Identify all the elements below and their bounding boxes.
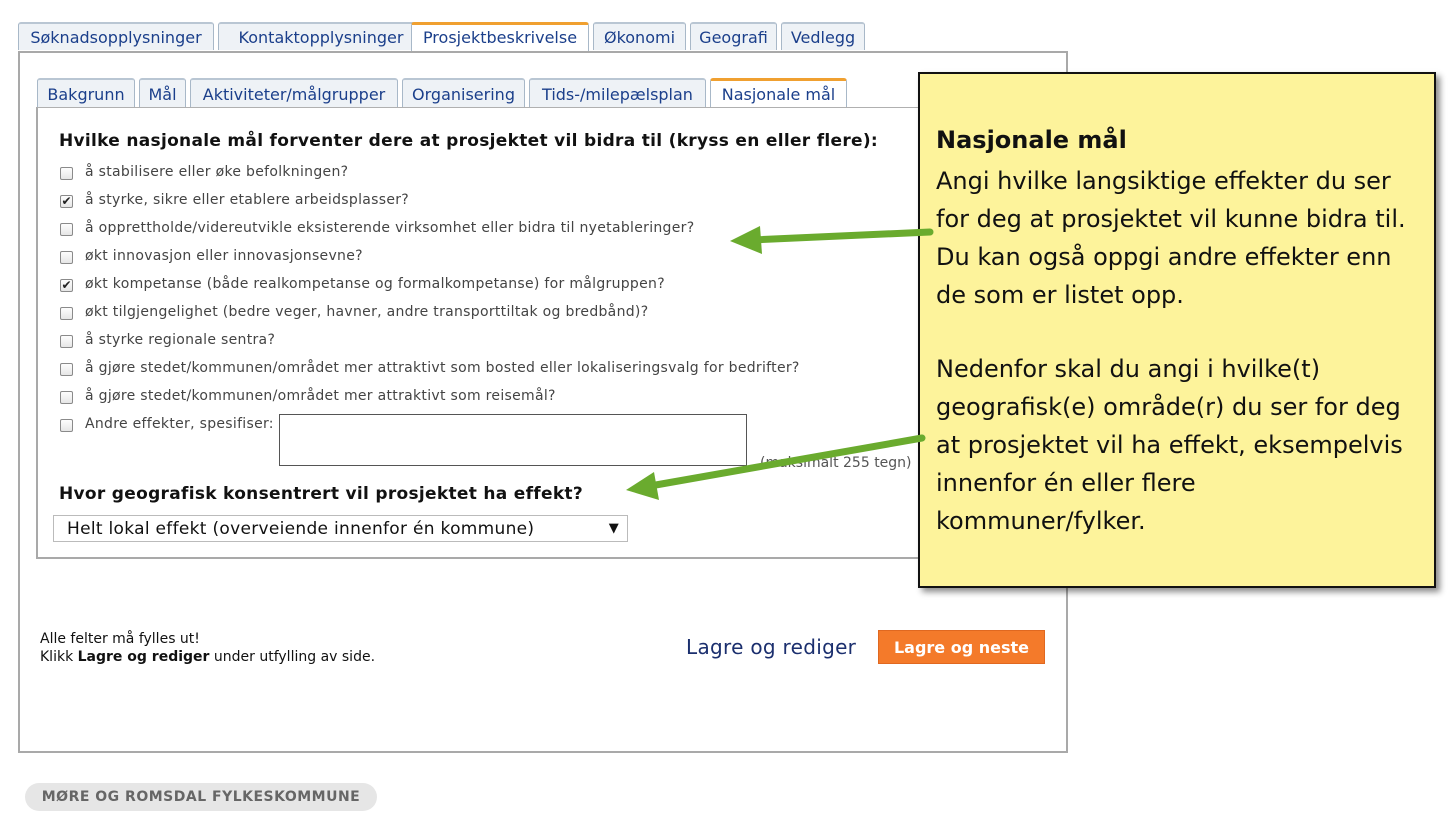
save-and-next-button[interactable]: Lagre og neste (878, 630, 1045, 664)
required-line-2: Klikk Lagre og rediger under utfylling a… (40, 649, 376, 665)
save-and-edit-link[interactable]: Lagre og rediger (686, 635, 856, 659)
brand-badge: MØRE OG ROMSDAL FYLKESKOMMUNE (25, 783, 377, 811)
arrow-to-select (626, 434, 926, 500)
required-note: Alle felter må fylles ut! Klikk Lagre og… (40, 630, 375, 666)
required-line-1: Alle felter må fylles ut! (40, 631, 200, 647)
arrow-to-options (730, 226, 934, 254)
annotation-arrows (626, 226, 934, 500)
